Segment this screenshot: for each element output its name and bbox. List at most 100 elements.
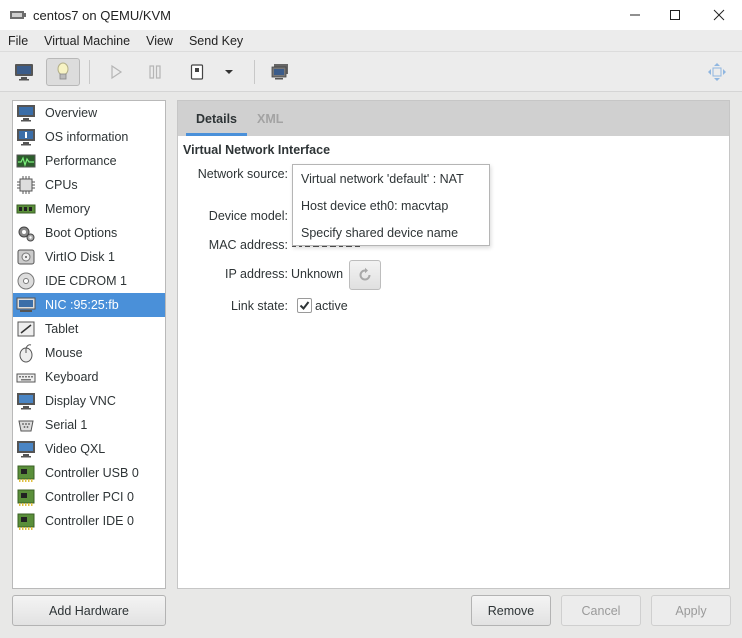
sidebar-item-label: CPUs xyxy=(45,178,78,192)
ip-address-label: IP address: xyxy=(224,267,288,281)
sidebar-item-label: VirtIO Disk 1 xyxy=(45,250,115,264)
sidebar-item-label: Controller PCI 0 xyxy=(45,490,134,504)
power-icon xyxy=(190,64,204,80)
snapshots-icon xyxy=(271,64,288,80)
sidebar-item-label: Tablet xyxy=(45,322,79,336)
sidebar-item[interactable]: CPUs xyxy=(13,173,165,197)
sidebar-item[interactable]: Tablet xyxy=(13,317,165,341)
tab-xml[interactable]: XML xyxy=(247,101,293,136)
sidebar-item[interactable]: Keyboard xyxy=(13,365,165,389)
tab-bar: Details XML xyxy=(178,101,729,136)
checkmark-icon xyxy=(299,301,310,311)
sidebar-item[interactable]: Boot Options xyxy=(13,221,165,245)
fullscreen-button[interactable] xyxy=(700,58,734,86)
network-card-icon xyxy=(16,295,36,315)
sidebar-item[interactable]: Memory xyxy=(13,197,165,221)
sidebar-item-label: Serial 1 xyxy=(45,418,88,432)
run-button[interactable] xyxy=(99,58,133,86)
tablet-icon xyxy=(16,319,36,339)
menu-virtual-machine[interactable]: Virtual Machine xyxy=(36,34,138,48)
sidebar-item-label: IDE CDROM 1 xyxy=(45,274,127,288)
gears-icon xyxy=(16,223,36,243)
tab-details[interactable]: Details xyxy=(186,101,247,136)
app-icon xyxy=(9,9,27,21)
apply-button[interactable]: Apply xyxy=(651,595,731,626)
refresh-icon xyxy=(359,267,371,281)
sidebar-item-label: OS information xyxy=(45,130,129,144)
sidebar-item-label: NIC :95:25:fb xyxy=(45,298,119,312)
memory-stick-icon xyxy=(16,199,36,219)
controller-icon xyxy=(16,487,36,507)
sidebar-item[interactable]: Controller USB 0 xyxy=(13,461,165,485)
sidebar-item-label: Video QXL xyxy=(45,442,106,456)
cdrom-icon xyxy=(16,271,36,291)
pause-icon xyxy=(149,65,161,79)
sidebar-item-label: Keyboard xyxy=(45,370,99,384)
sidebar-item[interactable]: IDE CDROM 1 xyxy=(13,269,165,293)
sidebar-item-label: Memory xyxy=(45,202,91,216)
remove-button[interactable]: Remove xyxy=(471,595,551,626)
link-state-checkbox[interactable] xyxy=(297,298,312,313)
add-hardware-button[interactable]: Add Hardware xyxy=(12,595,166,626)
details-button[interactable] xyxy=(46,58,80,86)
network-source-option[interactable]: Specify shared device name xyxy=(293,219,489,246)
sidebar-item[interactable]: OS information xyxy=(13,125,165,149)
serial-icon xyxy=(16,415,36,435)
sidebar-item[interactable]: Performance xyxy=(13,149,165,173)
hardware-list: Overview OS information Performance CPUs Mem… xyxy=(12,100,166,589)
chevron-down-icon xyxy=(225,70,233,74)
link-state-value: active xyxy=(315,299,348,313)
refresh-ip-button[interactable] xyxy=(349,260,381,290)
sidebar-item[interactable]: Display VNC xyxy=(13,389,165,413)
sidebar-item[interactable]: Controller PCI 0 xyxy=(13,485,165,509)
monitor-icon xyxy=(16,103,36,123)
performance-graph-icon xyxy=(16,151,36,171)
controller-icon xyxy=(16,511,36,531)
sidebar-item[interactable]: Overview xyxy=(13,101,165,125)
sidebar-item[interactable]: Video QXL xyxy=(13,437,165,461)
network-source-dropdown: Virtual network 'default' : NAT Host dev… xyxy=(292,164,490,246)
sidebar-item[interactable]: NIC :95:25:fb xyxy=(13,293,165,317)
menu-send-key[interactable]: Send Key xyxy=(181,34,251,48)
close-button[interactable] xyxy=(696,0,742,30)
sidebar-item[interactable]: Mouse xyxy=(13,341,165,365)
sidebar-item-label: Display VNC xyxy=(45,394,116,408)
display-icon xyxy=(16,391,36,411)
sidebar-item-label: Boot Options xyxy=(45,226,118,240)
menu-bar: File Virtual Machine View Send Key xyxy=(0,30,742,52)
cancel-button[interactable]: Cancel xyxy=(561,595,641,626)
sidebar-item-label: Controller USB 0 xyxy=(45,466,139,480)
sidebar-item-label: Mouse xyxy=(45,346,83,360)
snapshots-button[interactable] xyxy=(263,58,297,86)
video-icon xyxy=(16,439,36,459)
console-button[interactable] xyxy=(7,58,41,86)
shutdown-button[interactable] xyxy=(180,58,214,86)
network-source-option[interactable]: Virtual network 'default' : NAT xyxy=(293,165,489,192)
controller-icon xyxy=(16,463,36,483)
menu-file[interactable]: File xyxy=(0,34,36,48)
maximize-button[interactable] xyxy=(652,0,698,30)
window-titlebar[interactable]: centos7 on QEMU/KVM xyxy=(0,0,742,30)
lightbulb-icon xyxy=(57,62,69,80)
shutdown-menu-button[interactable] xyxy=(214,58,244,86)
network-source-option[interactable]: Host device eth0: macvtap xyxy=(293,192,489,219)
sidebar-item-label: Performance xyxy=(45,154,117,168)
play-icon xyxy=(111,64,123,80)
sidebar-item-label: Controller IDE 0 xyxy=(45,514,134,528)
monitor-info-icon xyxy=(16,127,36,147)
monitor-icon xyxy=(15,64,33,81)
pause-button[interactable] xyxy=(138,58,172,86)
sidebar-item[interactable]: VirtIO Disk 1 xyxy=(13,245,165,269)
hard-disk-icon xyxy=(16,247,36,267)
fullscreen-icon xyxy=(708,63,726,81)
sidebar-item[interactable]: Serial 1 xyxy=(13,413,165,437)
mac-address-label: MAC address: xyxy=(208,238,288,252)
sidebar-item-label: Overview xyxy=(45,106,98,120)
menu-view[interactable]: View xyxy=(138,34,181,48)
link-state-label: Link state: xyxy=(231,299,288,313)
cpu-chip-icon xyxy=(16,175,36,195)
keyboard-icon xyxy=(16,367,36,387)
ip-address-value: Unknown xyxy=(291,267,344,281)
sidebar-item[interactable]: Controller IDE 0 xyxy=(13,509,165,533)
network-source-label: Network source: xyxy=(197,167,288,181)
